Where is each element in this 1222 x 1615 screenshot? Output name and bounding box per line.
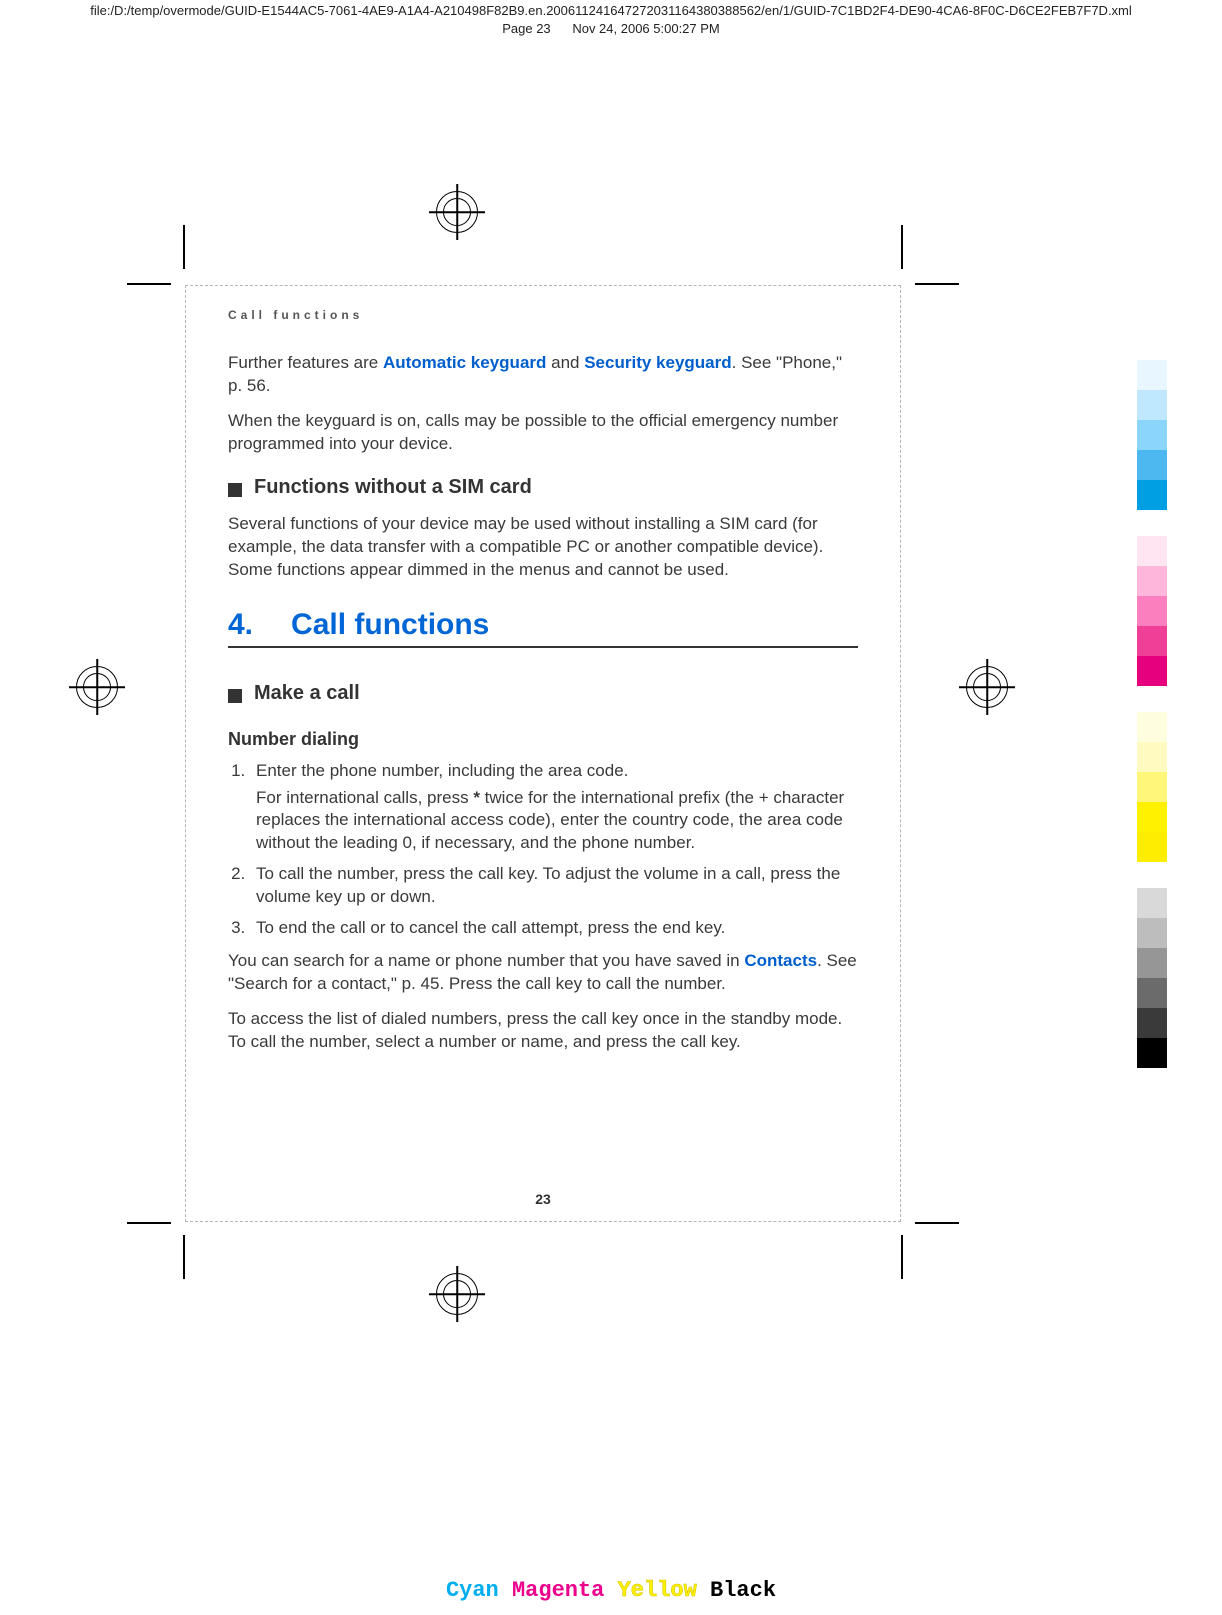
color-swatch (1137, 1038, 1167, 1068)
running-header: Call functions (228, 308, 858, 322)
crop-mark (901, 225, 903, 269)
text: Enter the phone number, including the ar… (256, 761, 628, 780)
list-item: To call the number, press the call key. … (250, 863, 858, 909)
yellow-label: Yellow (618, 1578, 697, 1603)
paragraph: To access the list of dialed numbers, pr… (228, 1008, 858, 1054)
color-swatch (1137, 832, 1167, 862)
color-swatch (1137, 656, 1167, 686)
file-header: file:/D:/temp/overmode/GUID-E1544AC5-706… (0, 2, 1222, 38)
link-security-keyguard[interactable]: Security keyguard (584, 353, 731, 372)
cyan-label: Cyan (446, 1578, 499, 1603)
chapter-number: 4. (228, 608, 253, 642)
paragraph: You can search for a name or phone numbe… (228, 950, 858, 996)
crop-mark (901, 1235, 903, 1279)
page-content: DRAFT Call functions Further features ar… (185, 285, 901, 1222)
registration-mark-icon (965, 665, 1009, 709)
color-swatch (1137, 566, 1167, 596)
color-swatch (1137, 742, 1167, 772)
section-heading: Functions without a SIM card (228, 476, 858, 505)
color-swatch (1137, 1008, 1167, 1038)
heading-make-a-call: Make a call (254, 682, 360, 705)
numbered-list: Enter the phone number, including the ar… (228, 760, 858, 941)
link-contacts[interactable]: Contacts (744, 951, 817, 970)
color-calibration-bar (1137, 360, 1167, 1068)
link-automatic-keyguard[interactable]: Automatic keyguard (383, 353, 546, 372)
chapter-title: Call functions (291, 608, 489, 642)
color-swatch (1137, 480, 1167, 510)
magenta-label: Magenta (512, 1578, 604, 1603)
color-swatch (1137, 712, 1167, 742)
color-swatch (1137, 772, 1167, 802)
crop-mark (183, 1235, 185, 1279)
black-label: Black (710, 1578, 776, 1603)
color-swatch (1137, 450, 1167, 480)
crop-mark (127, 1222, 171, 1224)
color-swatch (1137, 888, 1167, 918)
color-swatch (1137, 626, 1167, 656)
crop-mark (127, 283, 171, 285)
color-swatch (1137, 360, 1167, 390)
print-proof-page: file:/D:/temp/overmode/GUID-E1544AC5-706… (0, 0, 1222, 1615)
text: Further features are (228, 353, 383, 372)
crop-mark (183, 225, 185, 269)
color-swatch (1137, 536, 1167, 566)
section-heading: Make a call (228, 682, 858, 711)
text: For international calls, press (256, 788, 473, 807)
crop-mark (915, 1222, 959, 1224)
registration-mark-icon (75, 665, 119, 709)
file-path: file:/D:/temp/overmode/GUID-E1544AC5-706… (0, 2, 1222, 20)
key-star: * (473, 788, 480, 807)
color-swatch (1137, 420, 1167, 450)
page-label: Page 23 (502, 21, 550, 36)
registration-mark-icon (435, 1272, 479, 1316)
timestamp: Nov 24, 2006 5:00:27 PM (572, 21, 719, 36)
heading-functions-without-sim: Functions without a SIM card (254, 476, 532, 499)
paragraph: For international calls, press * twice f… (256, 787, 858, 856)
text: You can search for a name or phone numbe… (228, 951, 744, 970)
paragraph: Further features are Automatic keyguard … (228, 352, 858, 398)
list-item: To end the call or to cancel the call at… (250, 917, 858, 940)
color-swatch (1137, 390, 1167, 420)
color-swatch (1137, 918, 1167, 948)
color-swatch (1137, 802, 1167, 832)
subheading-number-dialing: Number dialing (228, 729, 858, 750)
paragraph: Several functions of your device may be … (228, 513, 858, 582)
text: and (546, 353, 584, 372)
color-swatch (1137, 978, 1167, 1008)
page-number: 23 (186, 1191, 900, 1207)
color-swatch (1137, 596, 1167, 626)
chapter-heading: 4. Call functions (228, 608, 858, 648)
cmyk-label: Cyan Magenta Yellow Black (0, 1578, 1222, 1603)
color-swatch (1137, 948, 1167, 978)
paragraph: When the keyguard is on, calls may be po… (228, 410, 858, 456)
square-bullet-icon (228, 483, 242, 497)
registration-mark-icon (435, 190, 479, 234)
crop-mark (915, 283, 959, 285)
square-bullet-icon (228, 689, 242, 703)
list-item: Enter the phone number, including the ar… (250, 760, 858, 856)
